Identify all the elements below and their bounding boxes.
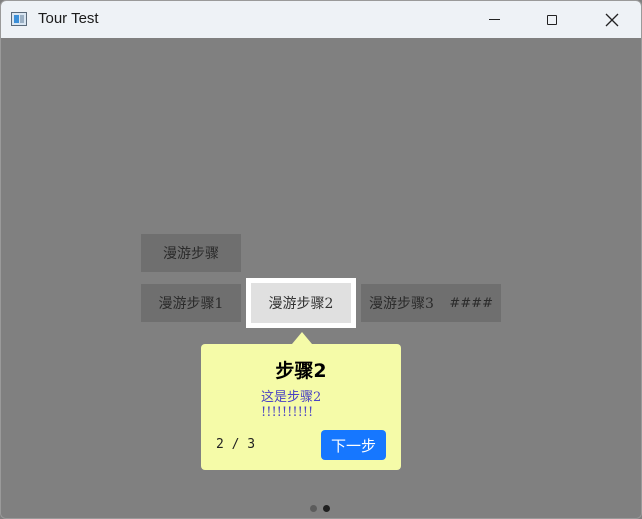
popover-body: 这是步骤2 !!!!!!!!!! bbox=[261, 390, 321, 420]
step-counter: 2 / 3 bbox=[216, 437, 256, 452]
step-indicator bbox=[310, 505, 330, 512]
tour-step1-button[interactable]: 漫游步骤1 bbox=[141, 284, 241, 322]
minimize-button[interactable] bbox=[471, 1, 517, 38]
window-title: Tour Test bbox=[38, 10, 99, 27]
maximize-icon bbox=[547, 14, 557, 25]
step3-label: 漫游步骤3 bbox=[369, 296, 434, 312]
tour-step2-button[interactable]: 漫游步骤2 bbox=[251, 284, 351, 322]
step-dot[interactable] bbox=[310, 505, 317, 512]
next-step-button[interactable]: 下一步 bbox=[321, 430, 386, 460]
app-window: Tour Test 漫游步骤 漫游步骤1 漫游步骤2 漫游步骤3 #### 步骤… bbox=[0, 0, 642, 519]
title-bar: Tour Test bbox=[1, 1, 641, 39]
close-icon bbox=[605, 13, 619, 26]
tour-popover: 步骤2 这是步骤2 !!!!!!!!!! 2 / 3 下一步 bbox=[201, 344, 401, 470]
hash-label: #### bbox=[449, 295, 493, 311]
close-button[interactable] bbox=[589, 1, 635, 38]
popover-title: 步骤2 bbox=[275, 360, 327, 382]
step-dot[interactable] bbox=[323, 505, 330, 512]
tour-mask: 漫游步骤 漫游步骤1 漫游步骤2 漫游步骤3 #### 步骤2 这是步骤2 !!… bbox=[1, 38, 641, 518]
minimize-icon bbox=[488, 18, 500, 21]
tour-button-top[interactable]: 漫游步骤 bbox=[141, 234, 241, 272]
popover-body-line2: !!!!!!!!!! bbox=[261, 405, 314, 420]
app-icon bbox=[11, 12, 27, 26]
maximize-button[interactable] bbox=[529, 1, 575, 38]
tour-step3-button[interactable]: 漫游步骤3 #### bbox=[361, 284, 501, 322]
popover-body-line1: 这是步骤2 bbox=[261, 390, 322, 405]
popover-arrow bbox=[292, 332, 312, 344]
